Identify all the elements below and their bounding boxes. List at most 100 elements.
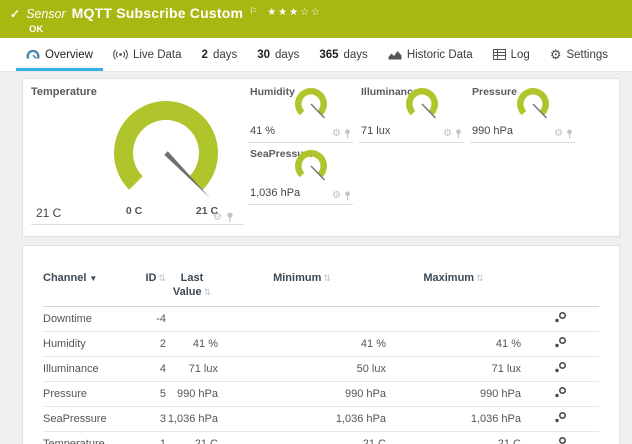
channel-id: 5 bbox=[133, 388, 166, 400]
broadcast-icon bbox=[113, 49, 128, 60]
tab-label-number: 365 bbox=[319, 49, 338, 61]
tab-label-number: 30 bbox=[257, 49, 270, 61]
seapressure-gauge-cell: SeaPressure 1,036 hPa ⚙ bbox=[248, 143, 353, 205]
edit-channel-icon[interactable] bbox=[554, 336, 567, 351]
tab-live-data[interactable]: Live Data bbox=[103, 38, 192, 71]
pressure-gauge bbox=[513, 83, 557, 125]
sensor-header: ✓ Sensor MQTT Subscribe Custom ⚐ ★★★☆☆ O… bbox=[0, 0, 632, 38]
tab-overview[interactable]: Overview bbox=[16, 38, 103, 71]
channel-last-value: 21 C bbox=[166, 438, 218, 444]
channel-gear-icon[interactable]: ⚙ bbox=[554, 129, 563, 139]
flag-icon[interactable]: ⚐ bbox=[249, 6, 257, 17]
column-header-id[interactable]: ID⇅ bbox=[133, 272, 166, 284]
table-row: Humidity 2 41 % 41 % 41 % bbox=[43, 332, 599, 357]
channel-last-value: 990 hPa bbox=[166, 388, 218, 400]
tab-historic-data[interactable]: Historic Data bbox=[378, 38, 483, 71]
table-row: Illuminance 4 71 lux 50 lux 71 lux bbox=[43, 357, 599, 382]
gauge-scale-min: 0 C bbox=[119, 205, 149, 217]
tab-label: Log bbox=[511, 49, 530, 61]
channel-name[interactable]: SeaPressure bbox=[43, 413, 133, 425]
column-header-maximum[interactable]: Maximum⇅ bbox=[386, 272, 521, 284]
edit-channel-icon[interactable] bbox=[554, 386, 567, 401]
tab-2-days[interactable]: 2 days bbox=[192, 38, 248, 71]
edit-channel-icon[interactable] bbox=[554, 411, 567, 426]
table-row: SeaPressure 3 1,036 hPa 1,036 hPa 1,036 … bbox=[43, 407, 599, 432]
channel-last-value: 41 % bbox=[166, 338, 218, 350]
channel-name[interactable]: Temperature bbox=[43, 438, 133, 444]
tab-bar: Overview Live Data 2 days 30 days 365 da… bbox=[0, 38, 632, 72]
tab-label: Settings bbox=[566, 49, 608, 61]
channel-maximum: 990 hPa bbox=[386, 388, 521, 400]
edit-channel-icon[interactable] bbox=[554, 361, 567, 376]
channel-gear-icon[interactable]: ⚙ bbox=[332, 129, 341, 139]
humidity-gauge-cell: Humidity 41 % ⚙ bbox=[248, 81, 353, 143]
channel-last-value: 1,036 hPa bbox=[166, 413, 218, 425]
channel-name[interactable]: Downtime bbox=[43, 313, 133, 325]
channel-id: -4 bbox=[133, 313, 166, 325]
sort-desc-icon: ▼ bbox=[89, 274, 97, 283]
table-row: Pressure 5 990 hPa 990 hPa 990 hPa bbox=[43, 382, 599, 407]
edit-channel-icon[interactable] bbox=[554, 436, 567, 444]
chart-icon bbox=[388, 49, 402, 60]
illuminance-gauge-cell: Illuminance 71 lux ⚙ bbox=[359, 81, 464, 143]
gauge-title: Pressure bbox=[472, 86, 517, 98]
column-header-minimum[interactable]: Minimum⇅ bbox=[218, 272, 386, 284]
channel-maximum: 71 lux bbox=[386, 363, 521, 375]
tab-label-number: 2 bbox=[202, 49, 208, 61]
sensor-title: MQTT Subscribe Custom bbox=[72, 5, 243, 21]
gauge-current-value: 41 % bbox=[250, 125, 275, 137]
gauge-current-value: 1,036 hPa bbox=[250, 187, 300, 199]
log-table-icon bbox=[493, 49, 506, 60]
pin-icon[interactable] bbox=[566, 129, 573, 139]
sort-icon: ⇅ bbox=[323, 273, 331, 283]
gauge-title: Temperature bbox=[31, 86, 97, 98]
humidity-gauge bbox=[291, 83, 335, 125]
gauge-current-value: 71 lux bbox=[361, 125, 390, 137]
channel-name[interactable]: Illuminance bbox=[43, 363, 133, 375]
tab-label: days bbox=[275, 49, 299, 61]
pressure-gauge-cell: Pressure 990 hPa ⚙ bbox=[470, 81, 575, 143]
temperature-gauge bbox=[111, 97, 236, 212]
channel-name[interactable]: Pressure bbox=[43, 388, 133, 400]
tab-365-days[interactable]: 365 days bbox=[309, 38, 377, 71]
gear-icon: ⚙ bbox=[550, 48, 562, 61]
tab-label: Historic Data bbox=[407, 49, 473, 61]
channel-minimum: 1,036 hPa bbox=[218, 413, 386, 425]
sort-icon: ⇅ bbox=[158, 273, 166, 283]
status-badge: OK bbox=[29, 24, 622, 35]
channels-panel: Channel▼ ID⇅ Last Value⇅ Minimum⇅ Maximu… bbox=[22, 245, 620, 444]
pin-icon[interactable] bbox=[344, 129, 351, 139]
channel-last-value: 71 lux bbox=[166, 363, 218, 375]
pin-icon[interactable] bbox=[226, 212, 234, 223]
tab-log[interactable]: Log bbox=[483, 38, 540, 71]
illuminance-gauge bbox=[402, 83, 446, 125]
channel-id: 2 bbox=[133, 338, 166, 350]
channel-name[interactable]: Humidity bbox=[43, 338, 133, 350]
gauge-current-value: 21 C bbox=[36, 206, 61, 220]
table-row: Temperature 1 21 C 21 C 21 C bbox=[43, 432, 599, 444]
column-header-last-value[interactable]: Last Value⇅ bbox=[166, 272, 218, 300]
channel-gear-icon[interactable]: ⚙ bbox=[443, 129, 452, 139]
gauges-panel: Temperature 0 C 21 C 21 C ⚙ Humidity bbox=[22, 78, 620, 237]
channel-id: 3 bbox=[133, 413, 166, 425]
divider bbox=[31, 224, 244, 225]
temperature-gauge-cell: Temperature 0 C 21 C 21 C ⚙ bbox=[23, 79, 248, 236]
gauge-icon bbox=[26, 48, 40, 61]
pin-icon[interactable] bbox=[344, 191, 351, 201]
status-check-icon: ✓ bbox=[10, 7, 20, 21]
priority-stars[interactable]: ★★★☆☆ bbox=[267, 7, 322, 18]
channel-maximum: 21 C bbox=[386, 438, 521, 444]
channel-gear-icon[interactable]: ⚙ bbox=[213, 213, 222, 223]
pin-icon[interactable] bbox=[455, 129, 462, 139]
channel-minimum: 990 hPa bbox=[218, 388, 386, 400]
channel-minimum: 21 C bbox=[218, 438, 386, 444]
tab-30-days[interactable]: 30 days bbox=[247, 38, 309, 71]
column-header-channel[interactable]: Channel▼ bbox=[43, 272, 133, 284]
sensor-kind-label: Sensor bbox=[26, 7, 66, 21]
sort-icon: ⇅ bbox=[204, 287, 212, 297]
channel-id: 4 bbox=[133, 363, 166, 375]
edit-channel-icon[interactable] bbox=[554, 311, 567, 326]
tab-settings[interactable]: ⚙ Settings bbox=[540, 38, 618, 71]
channel-gear-icon[interactable]: ⚙ bbox=[332, 191, 341, 201]
tab-label: days bbox=[213, 49, 237, 61]
